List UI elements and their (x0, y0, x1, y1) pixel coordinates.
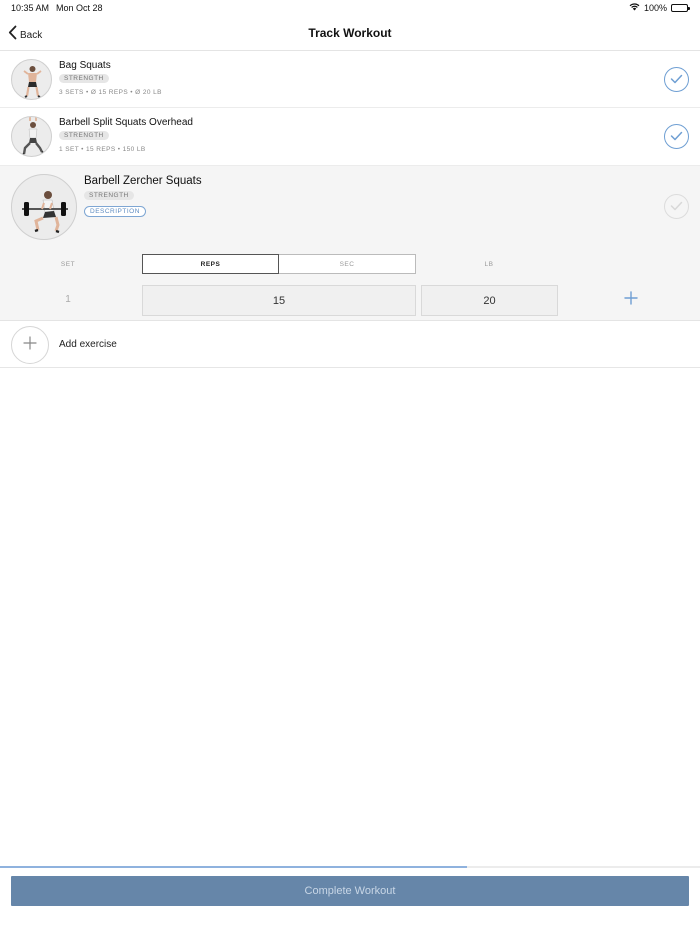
battery-percent: 100% (643, 3, 667, 13)
wifi-icon (629, 3, 640, 13)
add-exercise-row[interactable]: Add exercise (0, 321, 700, 368)
set-number: 1 (65, 294, 71, 305)
category-tag: STRENGTH (59, 131, 109, 140)
exercise-summary: 1 SET • 15 REPS • 150 LB (59, 146, 146, 153)
category-tag: STRENGTH (59, 74, 109, 83)
checkmark-icon (670, 71, 683, 89)
workout-progress-bar (0, 866, 700, 868)
set-column-label: SET (60, 261, 76, 268)
nav-bar: Back Track Workout (0, 18, 700, 51)
reps-toggle[interactable]: REPS (142, 254, 279, 274)
exercise-name: Bag Squats (59, 60, 111, 71)
complete-exercise-button[interactable] (664, 194, 689, 219)
plus-icon (23, 335, 37, 355)
add-set-button[interactable] (618, 287, 644, 313)
status-date: Mon Oct 28 (56, 3, 103, 13)
status-bar: 10:35 AM Mon Oct 28 100% (0, 0, 700, 18)
page-title: Track Workout (308, 26, 392, 40)
weight-input[interactable]: 20 (421, 285, 558, 316)
exercise-name: Barbell Zercher Squats (84, 175, 202, 187)
exercise-summary: 3 SETS • Ø 15 REPS • Ø 20 LB (59, 89, 162, 96)
add-exercise-button[interactable] (11, 326, 49, 364)
battery-icon (671, 4, 690, 12)
exercise-name: Barbell Split Squats Overhead (59, 117, 193, 128)
complete-exercise-button[interactable] (664, 67, 689, 92)
sec-toggle[interactable]: SEC (279, 254, 416, 274)
exercise-thumbnail (11, 174, 77, 240)
checkmark-icon (670, 128, 683, 146)
category-tag: STRENGTH (84, 191, 134, 200)
plus-icon (624, 290, 638, 310)
exercise-row-barbell-split-squats[interactable]: Barbell Split Squats Overhead STRENGTH 1… (0, 108, 700, 166)
status-right: 100% (629, 3, 690, 13)
exercise-thumbnail (11, 59, 52, 100)
exercise-thumbnail (11, 116, 52, 157)
exercise-row-bag-squats[interactable]: Bag Squats STRENGTH 3 SETS • Ø 15 REPS •… (0, 51, 700, 108)
complete-workout-button[interactable]: Complete Workout (11, 876, 689, 906)
checkmark-icon (670, 198, 683, 216)
add-exercise-label: Add exercise (59, 339, 117, 350)
workout-progress-fill (0, 866, 467, 868)
complete-exercise-button[interactable] (664, 124, 689, 149)
lb-column-label: LB (484, 261, 494, 268)
description-button[interactable]: DESCRIPTION (84, 206, 146, 217)
status-time: 10:35 AM (11, 3, 50, 13)
reps-input[interactable]: 15 (142, 285, 416, 316)
